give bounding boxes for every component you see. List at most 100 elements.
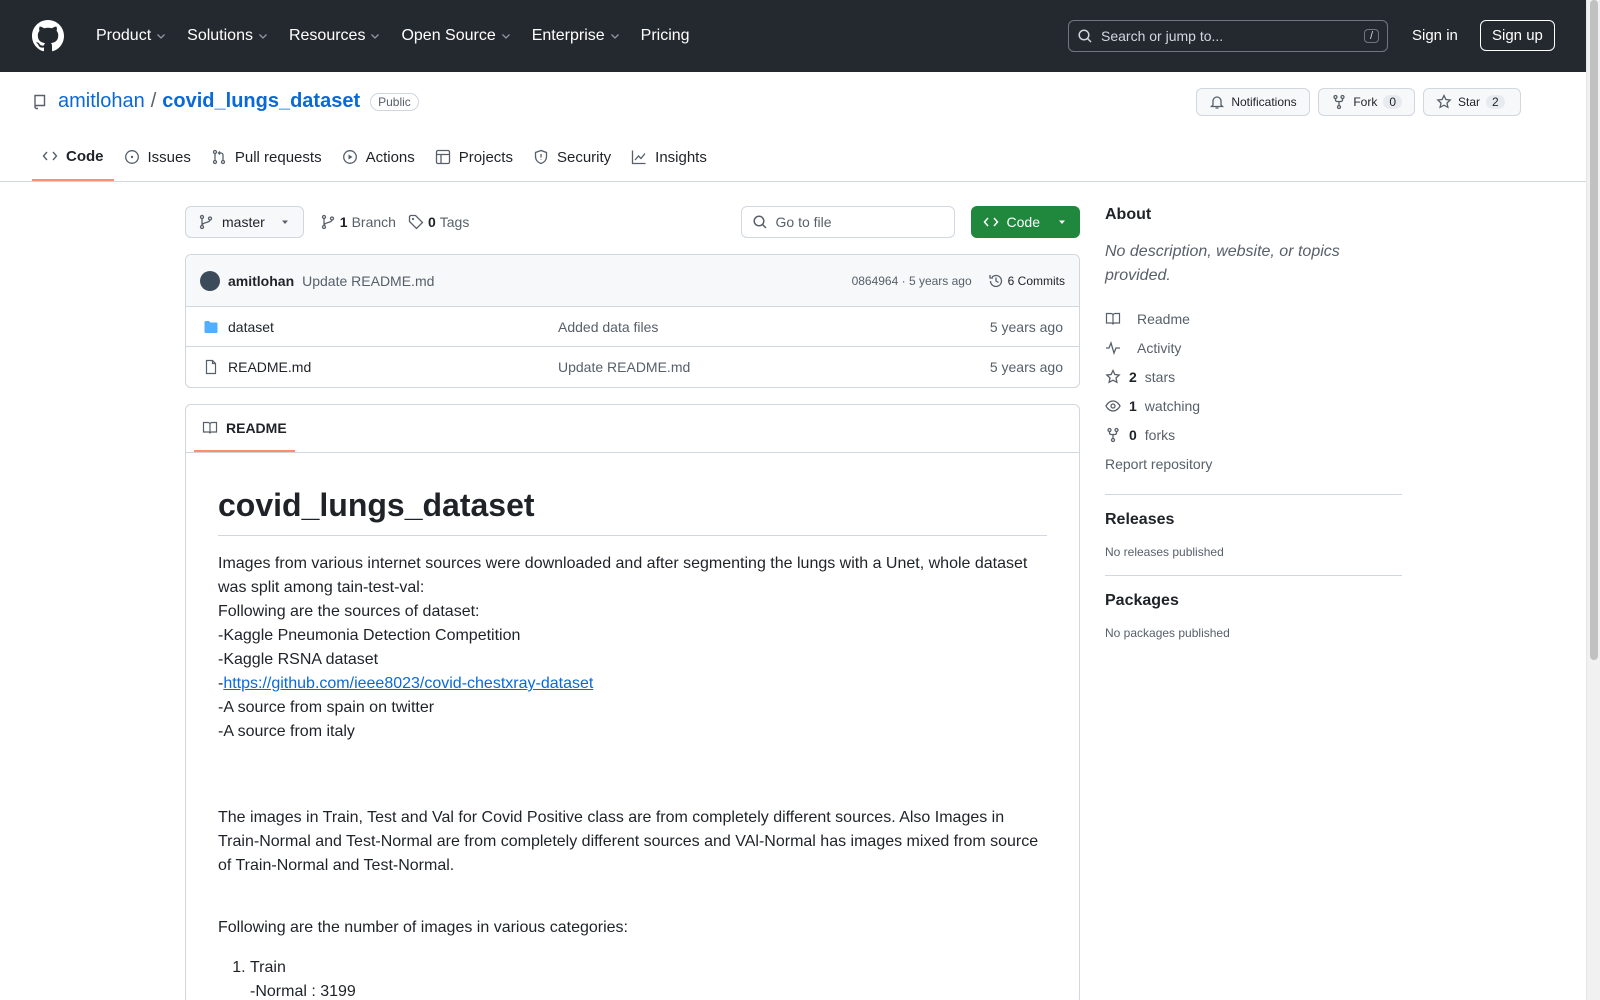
chevron-down-icon xyxy=(501,34,510,39)
visibility-badge: Public xyxy=(370,92,419,111)
branch-label: Branch xyxy=(351,214,396,230)
sidebar-item-activity[interactable]: Activity xyxy=(1105,333,1402,362)
nav-solutions[interactable]: Solutions xyxy=(179,21,277,51)
nav-enterprise[interactable]: Enterprise xyxy=(524,21,629,51)
sign-in-link[interactable]: Sign in xyxy=(1404,22,1466,49)
file-commit-message[interactable]: Update README.md xyxy=(558,359,990,375)
tag-icon xyxy=(408,214,424,230)
tab-issues[interactable]: Issues xyxy=(114,133,201,181)
nav-open-source[interactable]: Open Source xyxy=(393,21,519,51)
tab-label: Security xyxy=(556,148,612,166)
global-search-input[interactable]: Search or jump to... / xyxy=(1068,20,1388,52)
github-logo-icon[interactable] xyxy=(32,20,64,52)
chevron-down-icon xyxy=(157,34,166,39)
code-button-label: Code xyxy=(1006,214,1040,230)
notifications-label: Notifications xyxy=(1231,95,1297,109)
readme-panel: README covid_lungs_dataset Images from v… xyxy=(185,404,1080,1000)
divider xyxy=(1105,494,1402,495)
tab-pull-requests[interactable]: Pull requests xyxy=(201,133,332,181)
search-shortcut-hint: / xyxy=(1363,29,1379,43)
notifications-button[interactable]: Notifications xyxy=(1196,88,1311,116)
repo-actions: Notifications Fork 0 Star 2 xyxy=(1196,88,1521,116)
go-to-file-placeholder: Go to file xyxy=(775,214,832,230)
list-item-sub: -Normal : 3199 xyxy=(250,983,356,1000)
packages-heading[interactable]: Packages xyxy=(1105,592,1402,610)
readme-body: covid_lungs_dataset Images from various … xyxy=(186,453,1079,1000)
page-scrollbar[interactable] xyxy=(1586,0,1600,1000)
branch-icon xyxy=(321,214,334,230)
tab-label: Insights xyxy=(655,148,707,166)
branch-selector[interactable]: master xyxy=(185,206,304,238)
readme-tab[interactable]: README xyxy=(194,405,295,452)
commits-history-link[interactable]: 6 Commits xyxy=(988,273,1065,289)
repo-owner-link[interactable]: amitlohan xyxy=(58,90,145,113)
releases-heading[interactable]: Releases xyxy=(1105,511,1402,529)
category-list: Train -Normal : 3199 xyxy=(218,956,1047,1000)
star-icon xyxy=(1105,368,1121,384)
global-header: Product Solutions Resources Open Source … xyxy=(0,0,1586,72)
about-description: No description, website, or topics provi… xyxy=(1105,243,1340,284)
tab-projects[interactable]: Projects xyxy=(425,133,523,181)
tab-insights[interactable]: Insights xyxy=(621,133,717,181)
pull-request-icon xyxy=(212,149,226,165)
readme-sources-paragraph: Images from various internet sources wer… xyxy=(218,552,1047,744)
table-row[interactable]: README.md Update README.md 5 years ago xyxy=(186,347,1079,387)
scrollbar-thumb[interactable] xyxy=(1590,0,1598,660)
code-dropdown-button[interactable]: Code xyxy=(970,206,1080,238)
tags-link[interactable]: 0 Tags xyxy=(408,214,469,230)
branches-link[interactable]: 1 Branch xyxy=(320,214,396,230)
shield-icon xyxy=(534,149,548,165)
nav-pricing[interactable]: Pricing xyxy=(633,21,698,51)
tab-security[interactable]: Security xyxy=(523,133,621,181)
nav-product[interactable]: Product xyxy=(88,21,175,51)
readme-header: README xyxy=(186,405,1079,453)
eye-icon xyxy=(1105,399,1121,412)
sidebar-item-count: 1 xyxy=(1129,397,1137,414)
nav-label: Enterprise xyxy=(531,27,605,44)
sidebar-item-stars[interactable]: 2 stars xyxy=(1105,362,1402,391)
history-icon xyxy=(989,274,1002,287)
code-icon xyxy=(983,217,999,227)
star-count: 2 xyxy=(1486,95,1505,109)
nav-label: Solutions xyxy=(187,27,253,44)
sidebar-item-watching[interactable]: 1 watching xyxy=(1105,391,1402,420)
file-name-link[interactable]: README.md xyxy=(228,359,558,375)
file-name-link[interactable]: dataset xyxy=(228,319,558,335)
report-repository-link[interactable]: Report repository xyxy=(1105,449,1402,478)
branch-icon xyxy=(199,214,213,230)
code-icon xyxy=(42,151,58,161)
go-to-file-input[interactable]: Go to file xyxy=(740,206,955,238)
file-toolbar: master 1 Branch 0 Tags Go to file Code xyxy=(185,206,1080,238)
repo-separator: / xyxy=(150,90,157,112)
sidebar-item-label: stars xyxy=(1144,368,1176,385)
file-commit-message[interactable]: Added data files xyxy=(558,319,990,335)
tag-label: Tags xyxy=(439,214,470,230)
table-row[interactable]: dataset Added data files 5 years ago xyxy=(186,307,1079,347)
tab-actions[interactable]: Actions xyxy=(332,133,425,181)
commit-hash-age[interactable]: 0864964 · 5 years ago xyxy=(852,274,972,288)
tab-code[interactable]: Code xyxy=(32,133,114,181)
readme-line: -A source from spain on twitter xyxy=(218,699,435,716)
list-item: Train -Normal : 3199 xyxy=(250,956,1047,1000)
repo-name-link[interactable]: covid_lungs_dataset xyxy=(162,90,360,113)
branch-count: 1 xyxy=(339,214,348,230)
covid-chestxray-link[interactable]: https://github.com/ieee8023/covid-chestx… xyxy=(223,675,593,692)
about-heading: About xyxy=(1105,206,1152,223)
nav-resources[interactable]: Resources xyxy=(281,21,389,51)
chevron-down-icon xyxy=(371,34,380,39)
file-age: 5 years ago xyxy=(989,318,1063,335)
sidebar-item-label: Activity xyxy=(1137,339,1182,356)
sidebar-item-forks[interactable]: 0 forks xyxy=(1105,420,1402,449)
nav-label: Resources xyxy=(288,27,366,44)
readme-paragraph: Following are the number of images in va… xyxy=(218,919,628,936)
avatar[interactable] xyxy=(200,270,220,291)
repo-title: amitlohan / covid_lungs_dataset Public xyxy=(32,90,419,113)
commit-author-link[interactable]: amitlohan xyxy=(228,273,294,289)
main-content: master 1 Branch 0 Tags Go to file Code a… xyxy=(185,206,1080,1000)
tab-label: Pull requests xyxy=(234,148,322,166)
sidebar-item-readme[interactable]: Readme xyxy=(1105,304,1402,333)
sign-up-button[interactable]: Sign up xyxy=(1480,20,1555,51)
commit-message-link[interactable]: Update README.md xyxy=(302,273,434,289)
star-button[interactable]: Star 2 xyxy=(1423,88,1521,116)
fork-button[interactable]: Fork 0 xyxy=(1318,88,1415,116)
